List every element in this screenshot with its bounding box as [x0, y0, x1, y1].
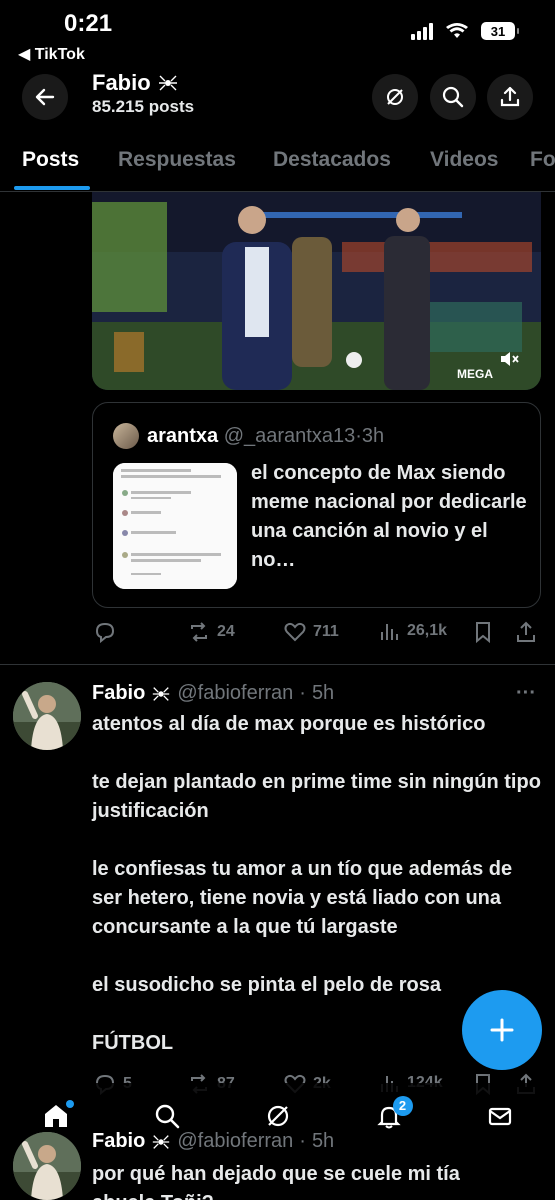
posts-count: 85.215 posts: [92, 97, 195, 116]
views-button[interactable]: 26,1k: [379, 620, 447, 642]
next-post-line: abuela Toñi?: [92, 1189, 542, 1200]
compose-post-button[interactable]: [462, 990, 542, 1070]
wifi-icon: [446, 23, 468, 38]
next-post-line: por qué han dejado que se cuele mi tía: [92, 1163, 460, 1185]
tab-destacados[interactable]: Destacados: [273, 148, 391, 172]
next-post-header: Fabio @fabioferran · 5h: [92, 1130, 335, 1153]
bell-off-icon: [387, 89, 403, 105]
quote-author-name: arantxa: [147, 425, 219, 447]
quote-avatar: [113, 423, 139, 449]
post-author-name[interactable]: Fabio: [92, 682, 145, 705]
post-paragraph: atentos al día de max porque es históric…: [92, 713, 486, 735]
profile-name: Fabio: [92, 70, 179, 96]
tab-respuestas[interactable]: Respuestas: [118, 148, 236, 172]
spider-icon: [153, 686, 170, 701]
arrow-left-icon: [35, 88, 55, 106]
post-header: Fabio @fabioferran · 5h: [92, 682, 335, 705]
post-paragraph: le confiesas tu amor a un tío que además…: [92, 858, 513, 938]
avatar-image: [13, 1132, 81, 1200]
mail-icon: [488, 1107, 511, 1125]
post-paragraph: el susodicho se pinta el pelo de rosa: [92, 974, 441, 996]
spider-icon: [153, 1134, 170, 1149]
plus-icon: [490, 1018, 514, 1042]
post-author-handle[interactable]: @fabioferran: [177, 682, 293, 705]
views-count: 26,1k: [407, 622, 448, 639]
profile-tabs: Posts Respuestas Destacados Videos Fo: [0, 130, 555, 192]
quote-thumbnail: [113, 463, 237, 589]
nav-messages[interactable]: [472, 1088, 528, 1144]
volume-mute-icon[interactable]: [498, 348, 520, 370]
search-icon: [442, 86, 464, 108]
next-post-time: 5h: [311, 1130, 335, 1152]
status-icons: 31: [411, 22, 519, 40]
new-content-dot: [65, 1099, 74, 1108]
notifications-badge: 2: [392, 1095, 413, 1116]
tab-following[interactable]: Fo: [530, 148, 555, 172]
quote-header: arantxa @_aarantxa13·3h: [147, 425, 385, 447]
heart-icon: [284, 622, 306, 642]
grok-icon: [267, 1105, 288, 1126]
post-author-avatar[interactable]: [13, 682, 81, 750]
post-paragraph: te dejan plantado en prime time sin ning…: [92, 771, 541, 822]
share-icon: [517, 621, 535, 642]
signal-icon: [411, 22, 433, 40]
mute-notifications-button[interactable]: [372, 74, 418, 120]
quote-time: 3h: [361, 425, 385, 447]
like-count: 711: [313, 623, 339, 640]
next-post-author-avatar[interactable]: [13, 1132, 81, 1200]
reply-icon: [95, 622, 115, 644]
tab-videos[interactable]: Videos: [430, 148, 498, 172]
comments-screenshot-image: [113, 463, 237, 589]
svg-text:MEGA: MEGA: [457, 367, 493, 381]
quoted-post[interactable]: arantxa @_aarantxa13·3h el concepto de M…: [92, 402, 541, 608]
bookmark-button[interactable]: [472, 620, 494, 644]
bookmark-icon: [476, 622, 490, 644]
repost-button[interactable]: 24: [187, 620, 235, 644]
spider-icon: [158, 75, 177, 91]
post-video[interactable]: MEGA: [92, 192, 541, 390]
quote-text: el concepto de Max siendo meme nacional …: [251, 462, 527, 571]
active-tab-indicator: [14, 186, 90, 190]
reply-button[interactable]: [93, 620, 123, 644]
status-time: 0:21: [64, 10, 113, 37]
video-frame-image: MEGA: [92, 192, 541, 390]
battery-icon: 31: [481, 22, 519, 40]
quote-author-handle: @_aarantxa13: [223, 425, 356, 447]
views-icon: [381, 624, 398, 640]
share-icon: [500, 86, 520, 107]
search-button[interactable]: [430, 74, 476, 120]
post-divider: [0, 664, 555, 665]
post-time: 5h: [311, 682, 335, 704]
avatar-image: [13, 682, 81, 750]
nav-notifications[interactable]: 2: [361, 1088, 417, 1144]
like-button[interactable]: 711: [283, 620, 339, 644]
profile-name-text: Fabio: [92, 70, 151, 95]
search-icon: [155, 1104, 179, 1128]
repost-icon: [191, 622, 207, 642]
tab-posts[interactable]: Posts: [22, 148, 79, 172]
back-button[interactable]: [22, 74, 68, 120]
share-button[interactable]: [487, 74, 533, 120]
next-post-author-handle[interactable]: @fabioferran: [177, 1130, 293, 1153]
more-options-icon[interactable]: ···: [516, 682, 536, 705]
next-post-text: por qué han dejado que se cuele mi tía a…: [92, 1160, 542, 1200]
share-post-button[interactable]: [515, 620, 537, 644]
repost-count: 24: [217, 623, 235, 640]
back-to-app-link[interactable]: ◀ TikTok: [18, 44, 85, 64]
next-post-author-name[interactable]: Fabio: [92, 1130, 145, 1153]
